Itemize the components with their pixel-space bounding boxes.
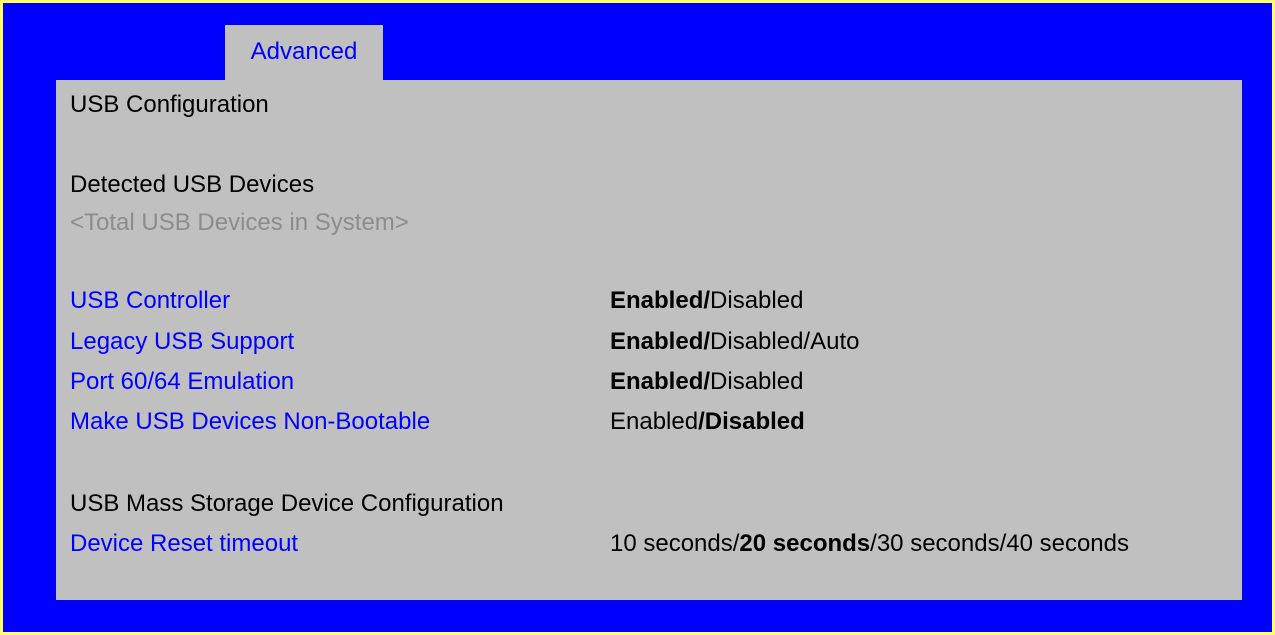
option-default: Enabled xyxy=(610,368,704,395)
mass-storage-heading: USB Mass Storage Device Configuration xyxy=(70,490,504,517)
setting-usb-controller-options[interactable]: Enabled/Disabled xyxy=(610,286,803,316)
option: 10 seconds/ xyxy=(610,530,740,557)
page-title: USB Configuration xyxy=(70,91,269,118)
total-usb-devices-info: <Total USB Devices in System> xyxy=(70,209,409,236)
option-default: Enabled xyxy=(610,287,704,314)
content-panel: USB Configuration Detected USB Devices <… xyxy=(56,80,1242,600)
setting-legacy-usb-support[interactable]: Legacy USB Support xyxy=(70,327,294,357)
setting-make-usb-non-bootable[interactable]: Make USB Devices Non-Bootable xyxy=(70,407,430,437)
option: Enabled xyxy=(610,408,699,435)
setting-device-reset-timeout[interactable]: Device Reset timeout xyxy=(70,529,298,559)
option-default: Enabled xyxy=(610,328,704,355)
setting-make-usb-non-bootable-options[interactable]: Enabled/Disabled xyxy=(610,407,805,437)
option-separator: / xyxy=(698,408,705,435)
setting-port-6064-emulation-options[interactable]: Enabled/Disabled xyxy=(610,367,803,397)
setting-port-6064-emulation[interactable]: Port 60/64 Emulation xyxy=(70,367,294,397)
setting-device-reset-timeout-options[interactable]: 10 seconds/20 seconds/30 seconds/40 seco… xyxy=(610,529,1129,559)
option: Disabled xyxy=(710,368,804,395)
option: /30 seconds/40 seconds xyxy=(870,530,1129,557)
setting-usb-controller[interactable]: USB Controller xyxy=(70,286,230,316)
option: Disabled/Auto xyxy=(710,328,860,355)
option: Disabled xyxy=(710,287,804,314)
detected-usb-heading: Detected USB Devices xyxy=(70,171,315,198)
tab-advanced[interactable]: Advanced xyxy=(225,25,383,83)
setting-legacy-usb-support-options[interactable]: Enabled/Disabled/Auto xyxy=(610,327,859,357)
option-default: Disabled xyxy=(704,408,805,435)
option-default: 20 seconds xyxy=(739,530,871,557)
